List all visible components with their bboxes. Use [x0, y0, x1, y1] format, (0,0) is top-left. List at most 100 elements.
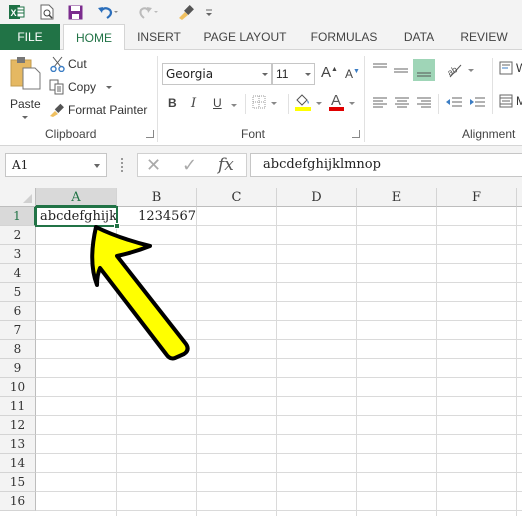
paste-label: Paste — [10, 97, 41, 111]
font-color-button[interactable]: A — [328, 92, 358, 113]
font-name-value: Georgia — [166, 67, 214, 81]
row-header-9[interactable]: 9 — [0, 359, 36, 378]
tab-formulas[interactable]: FORMULAS — [305, 24, 383, 50]
cut-button[interactable]: Cut — [49, 55, 109, 73]
align-bottom-icon — [417, 72, 431, 77]
row-header-11[interactable]: 11 — [0, 397, 36, 416]
column-header-a[interactable]: A — [36, 188, 117, 207]
group-divider — [364, 56, 365, 142]
insert-function-icon[interactable]: fx — [218, 154, 234, 176]
gridline-row — [36, 320, 522, 321]
underline-button[interactable]: U — [213, 96, 222, 110]
format-painter-icon[interactable] — [176, 3, 196, 21]
paste-icon — [10, 57, 41, 90]
tab-review[interactable]: REVIEW — [455, 24, 513, 50]
row-header-10[interactable]: 10 — [0, 378, 36, 397]
select-all-button[interactable] — [0, 188, 36, 207]
shrink-font-button[interactable]: A▼ — [345, 67, 360, 81]
tab-home[interactable]: HOME — [63, 24, 125, 51]
gridline-row — [36, 282, 522, 283]
row-header-15[interactable]: 15 — [0, 473, 36, 492]
copy-icon — [49, 79, 64, 95]
row-header-6[interactable]: 6 — [0, 302, 36, 321]
column-header-g[interactable] — [517, 188, 522, 207]
row-header-5[interactable]: 5 — [0, 283, 36, 302]
divider — [492, 58, 493, 114]
customize-qat-icon[interactable] — [204, 3, 214, 21]
decrease-indent-icon[interactable] — [445, 96, 463, 110]
align-bottom-button[interactable] — [413, 59, 435, 81]
print-preview-icon[interactable] — [38, 3, 56, 21]
underline-dropdown-icon[interactable] — [231, 104, 237, 107]
borders-button[interactable] — [252, 95, 280, 111]
gridline-row — [36, 472, 522, 473]
column-header-d[interactable]: D — [277, 188, 357, 207]
clipboard-launcher-icon[interactable] — [146, 130, 154, 138]
tab-page-layout[interactable]: PAGE LAYOUT — [198, 24, 292, 50]
align-top-icon[interactable] — [372, 62, 388, 76]
tab-insert[interactable]: INSERT — [133, 24, 185, 50]
align-right-icon[interactable] — [416, 96, 432, 110]
merge-center-button[interactable]: M — [499, 94, 522, 112]
format-painter-button[interactable]: Format Painter — [49, 101, 149, 119]
italic-button[interactable]: I — [191, 96, 196, 111]
cell-B1[interactable]: 1234567 — [120, 207, 200, 226]
bold-button[interactable]: B — [168, 96, 177, 110]
wrap-text-label: W — [516, 61, 522, 75]
font-size-select[interactable]: 11 — [272, 63, 315, 85]
row-header-7[interactable]: 7 — [0, 321, 36, 340]
column-header-b[interactable]: B — [117, 188, 197, 207]
align-middle-icon[interactable] — [393, 64, 409, 78]
fill-color-button[interactable] — [294, 93, 324, 113]
enter-icon[interactable]: ✓ — [182, 154, 197, 176]
formula-bar-grip-icon[interactable] — [121, 158, 123, 172]
align-center-icon[interactable] — [394, 96, 410, 110]
increase-indent-icon[interactable] — [468, 96, 486, 110]
row-header-12[interactable]: 12 — [0, 416, 36, 435]
grow-font-button[interactable]: A▲ — [321, 64, 338, 81]
tab-data[interactable]: DATA — [396, 24, 442, 50]
column-header-f[interactable]: F — [437, 188, 517, 207]
chevron-down-icon — [349, 102, 355, 105]
row-header-16[interactable]: 16 — [0, 492, 36, 511]
name-box[interactable]: A1 — [5, 153, 107, 177]
chevron-down-icon — [262, 73, 268, 76]
save-icon[interactable] — [66, 3, 84, 21]
chevron-down-icon — [305, 73, 311, 76]
paste-dropdown-icon[interactable] — [22, 116, 28, 119]
column-header-c[interactable]: C — [197, 188, 277, 207]
row-header-8[interactable]: 8 — [0, 340, 36, 359]
fill-bucket-icon — [295, 94, 311, 111]
svg-text:X: X — [11, 8, 17, 18]
column-header-e[interactable]: E — [357, 188, 437, 207]
row-header-1[interactable]: 1 — [0, 207, 36, 226]
row-header-14[interactable]: 14 — [0, 454, 36, 473]
font-name-select[interactable]: Georgia — [162, 63, 272, 85]
row-header-2[interactable]: 2 — [0, 226, 36, 245]
font-launcher-icon[interactable] — [352, 130, 360, 138]
align-left-icon[interactable] — [372, 96, 388, 110]
paste-button[interactable]: Paste — [6, 56, 44, 122]
tab-file[interactable]: FILE — [0, 24, 60, 50]
alignment-group-label: Alignment — [462, 127, 516, 141]
redo-icon[interactable] — [136, 3, 160, 21]
row-header-4[interactable]: 4 — [0, 264, 36, 283]
svg-text:ab: ab — [446, 64, 459, 78]
gridline-row — [36, 415, 522, 416]
font-color-swatch — [329, 107, 344, 111]
wrap-text-button[interactable]: W — [499, 61, 522, 79]
gridline-row — [36, 396, 522, 397]
font-size-value: 11 — [276, 67, 289, 81]
formula-input[interactable]: abcdefghijklmnop — [250, 153, 522, 177]
row-header-13[interactable]: 13 — [0, 435, 36, 454]
cancel-icon[interactable]: ✕ — [146, 154, 161, 176]
copy-dropdown-icon[interactable] — [106, 86, 112, 89]
format-painter-label: Format Painter — [68, 103, 148, 117]
row-header-3[interactable]: 3 — [0, 245, 36, 264]
fill-handle[interactable] — [114, 223, 120, 229]
undo-icon[interactable] — [96, 3, 120, 21]
gridline-row — [36, 339, 522, 340]
gridline-row — [36, 244, 522, 245]
orientation-button[interactable]: ab — [445, 62, 476, 80]
copy-button[interactable]: Copy — [49, 78, 115, 96]
